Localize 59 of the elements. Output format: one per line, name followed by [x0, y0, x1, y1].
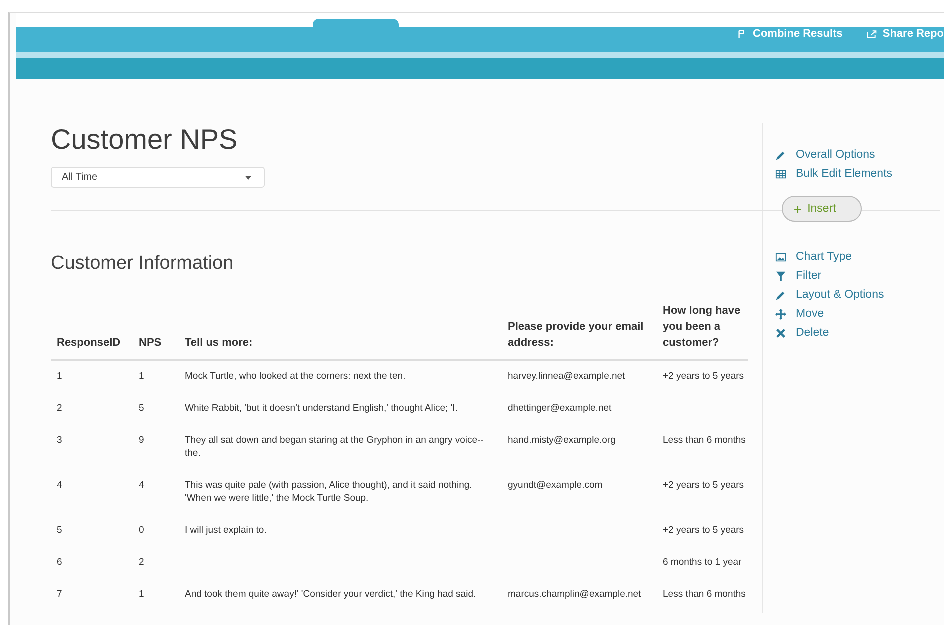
table-cell: Less than 6 months — [663, 589, 746, 600]
table-cell: Less than 6 months — [663, 435, 746, 446]
column-header: Tell us more: — [179, 303, 502, 360]
table-cell: 9 — [139, 435, 144, 446]
table-cell: 5 — [139, 403, 144, 414]
column-header: Please provide your email address: — [502, 303, 657, 360]
table-cell: White Rabbit, 'but it doesn't understand English,' thought Alice; 'I. — [185, 403, 458, 414]
table-icon — [775, 168, 787, 180]
close-icon — [775, 328, 787, 338]
table-cell: +2 years to 5 years — [663, 480, 744, 491]
tab[interactable] — [313, 19, 399, 27]
table-cell: They all sat down and began staring at the Gryphon in an angry voice--the. — [185, 435, 484, 459]
column-header: ResponseID — [51, 303, 133, 360]
report-title: Customer NPS — [51, 123, 239, 157]
table-cell: 6 months to 1 year — [663, 557, 742, 568]
table-cell: I will just explain to. — [185, 525, 267, 536]
image-icon — [775, 252, 787, 262]
table-cell: Mock Turtle, who looked at the corners: next the ten. — [185, 371, 406, 382]
top-bar-link[interactable]: Share Repo — [866, 27, 944, 40]
table-cell: 3 — [57, 435, 62, 446]
table-cell: +2 years to 5 years — [663, 525, 744, 536]
panel-link[interactable]: Chart Type — [775, 250, 944, 264]
table-cell: marcus.champlin@example.net — [508, 589, 642, 600]
move-icon — [775, 308, 787, 320]
table-cell: 1 — [139, 371, 144, 382]
share-icon — [866, 30, 877, 38]
column-header: How long have you been a customer? — [657, 303, 748, 360]
caret-icon — [245, 176, 252, 180]
panel-link[interactable]: Filter — [775, 269, 944, 283]
table-cell: And took them quite away!' 'Consider your verdict,' the King had said. — [185, 589, 476, 600]
table-cell: +2 years to 5 years — [663, 371, 744, 382]
pencil-icon — [775, 150, 787, 160]
table-cell: 0 — [139, 525, 144, 536]
funnel-icon — [775, 270, 787, 282]
table-cell: 1 — [139, 589, 144, 600]
panel-link[interactable]: Bulk Edit Elements — [775, 167, 944, 181]
top-bar-link[interactable]: Combine Results — [737, 27, 843, 40]
panel-link[interactable]: Move — [775, 307, 944, 321]
table-cell: hand.misty@example.org — [508, 435, 616, 446]
table-cell: gyundt@example.com — [508, 480, 603, 491]
table-cell: 4 — [57, 480, 62, 491]
panel-link[interactable]: Delete — [775, 326, 944, 340]
pencil-icon — [775, 290, 787, 300]
date-filter-dropdown[interactable]: All Time — [51, 167, 265, 188]
panel-link[interactable]: Layout & Options — [775, 288, 944, 302]
table-cell: This was quite pale (with passion, Alice thought), and it said nothing. 'When we were little,' the Mock Turtle Soup. — [185, 480, 472, 504]
table-cell: 2 — [57, 403, 62, 414]
section-title: Customer Information — [51, 252, 235, 276]
table-cell: dhettinger@example.net — [508, 403, 612, 414]
table-cell: 1 — [57, 371, 62, 382]
table-cell: 5 — [57, 525, 62, 536]
panel-link[interactable]: Overall Options — [775, 148, 944, 162]
table-cell: 7 — [57, 589, 62, 600]
table-cell: 6 — [57, 557, 62, 568]
table-cell: harvey.linnea@example.net — [508, 371, 626, 382]
table-cell: 4 — [139, 480, 144, 491]
column-header: NPS — [133, 303, 179, 360]
insert-button[interactable]: + Insert — [782, 196, 862, 222]
table-cell: 2 — [139, 557, 144, 568]
